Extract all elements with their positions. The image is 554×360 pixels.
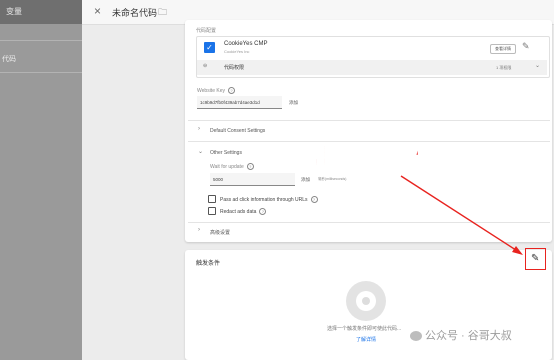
annotation-arrow	[400, 175, 523, 255]
watermark: 公众号 · 谷哥大叔	[410, 327, 512, 343]
wechat-icon	[410, 331, 422, 342]
